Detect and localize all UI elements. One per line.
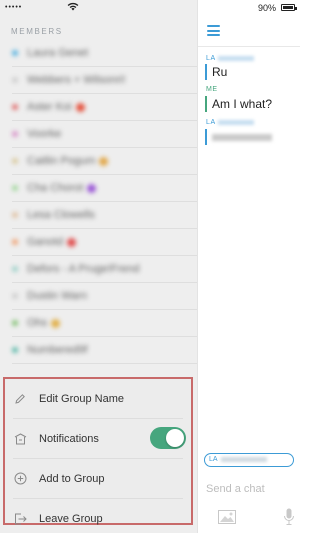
member-name: Laura Genet	[27, 47, 89, 59]
member-color-dot	[12, 77, 18, 83]
leave-group-button[interactable]: Leave Group	[5, 499, 191, 533]
chat-message-blurred	[205, 129, 272, 145]
status-bar: •••••	[0, 0, 197, 16]
edit-group-name-button[interactable]: Edit Group Name	[5, 379, 191, 418]
member-item[interactable]: Laura Genet	[0, 40, 197, 66]
member-color-dot	[12, 50, 18, 56]
header-divider	[198, 46, 300, 47]
member-color-dot	[12, 131, 18, 137]
notifications-label: Notifications	[39, 432, 99, 445]
member-name: Ohs	[27, 317, 48, 329]
notifications-toggle[interactable]	[150, 427, 186, 449]
member-name: Ganotd	[27, 236, 64, 248]
signal-dots: •••••	[5, 4, 23, 11]
member-emoji-icon	[87, 183, 97, 193]
member-item[interactable]: Defors - A Pruge!Frend	[0, 256, 197, 282]
member-item[interactable]: Cha Chorot	[0, 175, 197, 201]
member-name: Lesa Clowells	[27, 209, 95, 221]
pencil-icon	[13, 392, 27, 406]
member-name: Defors - A Pruge!Frend	[27, 263, 140, 275]
add-circle-icon	[13, 472, 27, 486]
members-heading: MEMBERS	[11, 27, 63, 36]
chat-message: Ru	[205, 64, 227, 80]
chat-pane: 90% LA Ru ME Am I what? LA LA Send a cha…	[197, 0, 300, 533]
member-color-dot	[12, 293, 18, 299]
member-color-dot	[12, 158, 18, 164]
member-emoji-icon	[51, 318, 61, 328]
member-item[interactable]: Ganotd	[0, 229, 197, 255]
status-bar-right: 90%	[198, 0, 300, 16]
image-icon[interactable]	[218, 510, 236, 529]
member-name: Dustin Warn	[27, 290, 88, 302]
member-color-dot	[12, 104, 18, 110]
member-color-dot	[12, 185, 18, 191]
battery-percentage: 90%	[258, 3, 277, 13]
member-item[interactable]: Numbered9f	[0, 337, 197, 363]
hamburger-menu-icon[interactable]	[207, 25, 220, 36]
members-list: Laura Genet Webbers + Wilsonri! Aster Koi V…	[0, 40, 197, 364]
member-color-dot	[12, 347, 18, 353]
member-item[interactable]: Caitlin Pogum	[0, 148, 197, 174]
member-color-dot	[12, 212, 18, 218]
group-drawer: ••••• MEMBERS Laura Genet Webbers + Wilso…	[0, 0, 197, 533]
group-actions-panel: Edit Group Name Notifications Add to Gro…	[3, 377, 193, 525]
member-name: Numbered9f	[27, 344, 88, 356]
member-emoji-icon	[67, 237, 77, 247]
microphone-icon[interactable]	[284, 508, 294, 531]
member-item[interactable]: Ohs	[0, 310, 197, 336]
member-name: Webbers + Wilsonri!	[27, 74, 126, 86]
member-item[interactable]: Lesa Clowells	[0, 202, 197, 228]
add-to-group-label: Add to Group	[39, 472, 105, 485]
notifications-row: Notifications	[5, 419, 191, 458]
divider	[12, 363, 197, 364]
member-color-dot	[12, 266, 18, 272]
member-item[interactable]: Voorke	[0, 121, 197, 147]
battery-icon	[281, 4, 297, 11]
message-sender: LA	[206, 119, 254, 126]
edit-group-name-label: Edit Group Name	[39, 392, 124, 405]
add-to-group-button[interactable]: Add to Group	[5, 459, 191, 498]
chat-message-me: Am I what?	[205, 96, 272, 112]
member-name: Voorke	[27, 128, 62, 140]
message-sender: LA	[206, 55, 254, 62]
wifi-icon	[67, 2, 79, 13]
toggle-knob	[166, 429, 184, 447]
chat-input[interactable]: Send a chat	[206, 483, 265, 495]
member-item[interactable]: Dustin Warn	[0, 283, 197, 309]
member-item[interactable]: Aster Koi	[0, 94, 197, 120]
leave-group-label: Leave Group	[39, 512, 103, 525]
member-item[interactable]: Webbers + Wilsonri!	[0, 67, 197, 93]
member-name: Caitlin Pogum	[27, 155, 96, 167]
member-emoji-icon	[99, 156, 109, 166]
member-emoji-icon	[75, 102, 85, 112]
notification-icon	[13, 432, 27, 446]
member-color-dot	[12, 239, 18, 245]
typing-indicator: LA	[204, 453, 294, 467]
message-sender-me: ME	[206, 86, 218, 93]
member-color-dot	[12, 320, 18, 326]
member-name: Aster Koi	[27, 101, 72, 113]
exit-icon	[13, 512, 27, 526]
member-name: Cha Chorot	[27, 182, 84, 194]
